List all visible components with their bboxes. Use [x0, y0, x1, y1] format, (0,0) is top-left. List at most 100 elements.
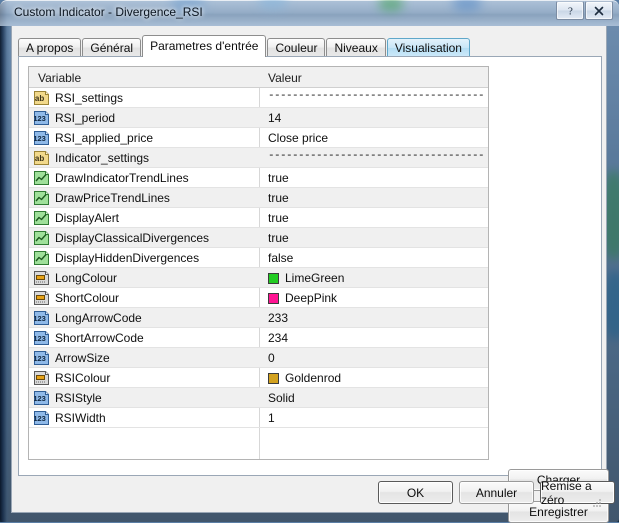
parameter-name: DrawPriceTrendLines: [55, 191, 170, 205]
table-row[interactable]: ab RSI_settings --------------------------…: [29, 88, 488, 108]
parameter-value[interactable]: true: [268, 211, 289, 225]
svg-text:123: 123: [34, 414, 46, 423]
color-type-icon: [34, 371, 49, 385]
parameter-name: RSI_period: [55, 111, 115, 125]
table-row[interactable]: 123RSIStyleSolid: [29, 388, 488, 408]
svg-text:123: 123: [34, 314, 46, 323]
parameter-value[interactable]: false: [268, 251, 293, 265]
resize-grip-icon[interactable]: [590, 497, 602, 509]
parameter-value[interactable]: 233: [268, 311, 288, 325]
table-row[interactable]: 123ArrowSize0: [29, 348, 488, 368]
help-button[interactable]: ?: [556, 1, 584, 20]
color-swatch: [268, 293, 279, 304]
cancel-button[interactable]: Annuler: [459, 481, 534, 504]
parameter-name: DisplayAlert: [55, 211, 119, 225]
titlebar[interactable]: Custom Indicator - Divergence_RSI ?: [0, 0, 619, 26]
dialog-client-area: A propos Général Parametres d'entrée Cou…: [11, 26, 607, 513]
table-row[interactable]: DrawPriceTrendLines true: [29, 188, 488, 208]
svg-text:123: 123: [34, 354, 46, 363]
table-row[interactable]: ab Indicator_settings --------------------…: [29, 148, 488, 168]
table-row[interactable]: DisplayClassicalDivergences true: [29, 228, 488, 248]
reset-button[interactable]: Remise a zéro: [540, 481, 615, 504]
table-row[interactable]: LongColour LimeGreen: [29, 268, 488, 288]
grid-header-row: Variable Valeur: [29, 67, 488, 88]
svg-text:123: 123: [34, 114, 46, 123]
parameter-name: RSIWidth: [55, 411, 106, 425]
table-row[interactable]: 123 RSI_applied_price Close price: [29, 128, 488, 148]
tab-panel: Variable Valeur ab RSI_settings ----------…: [18, 56, 602, 476]
table-row[interactable]: RSIColourGoldenrod: [29, 368, 488, 388]
parameter-name: RSI_settings: [55, 91, 123, 105]
string-type-icon: ab: [34, 151, 49, 165]
parameter-value[interactable]: 14: [268, 111, 281, 125]
table-row[interactable]: ShortColour DeepPink: [29, 288, 488, 308]
caption-button-group: ?: [555, 1, 613, 20]
parameter-value[interactable]: true: [268, 171, 289, 185]
window-title: Custom Indicator - Divergence_RSI: [14, 5, 203, 19]
tab-couleur[interactable]: Couleur: [267, 38, 325, 57]
tab-a-propos[interactable]: A propos: [18, 38, 81, 57]
parameter-value[interactable]: LimeGreen: [285, 271, 344, 285]
parameter-name: Indicator_settings: [55, 151, 149, 165]
table-row[interactable]: 123 ShortArrowCode 234: [29, 328, 488, 348]
dialog-window: Custom Indicator - Divergence_RSI ? A pr…: [0, 0, 619, 522]
parameter-name: ShortArrowCode: [55, 331, 144, 345]
tab-niveaux[interactable]: Niveaux: [326, 38, 385, 57]
close-button[interactable]: [585, 1, 613, 20]
ok-button[interactable]: OK: [378, 481, 453, 504]
parameter-value[interactable]: true: [268, 191, 289, 205]
table-row[interactable]: 123 RSI_period 14: [29, 108, 488, 128]
table-row[interactable]: DisplayHiddenDivergences false: [29, 248, 488, 268]
tabstrip: A propos Général Parametres d'entrée Cou…: [18, 35, 471, 57]
bool-type-icon: [34, 171, 49, 185]
parameter-value[interactable]: Close price: [268, 131, 328, 145]
svg-text:ab: ab: [35, 94, 44, 103]
parameter-value[interactable]: Solid: [268, 391, 295, 405]
tab-parametres-dentree[interactable]: Parametres d'entrée: [142, 35, 266, 57]
color-type-icon: [34, 271, 49, 285]
parameter-name: LongColour: [55, 271, 117, 285]
parameter-name: ShortColour: [55, 291, 119, 305]
parameter-value[interactable]: ----------------------------------------…: [268, 150, 484, 162]
color-swatch: [268, 273, 279, 284]
parameter-name: RSI_applied_price: [55, 131, 153, 145]
parameter-value[interactable]: Goldenrod: [285, 371, 341, 385]
svg-text:?: ?: [568, 5, 573, 17]
parameter-value[interactable]: true: [268, 231, 289, 245]
column-header-variable: Variable: [38, 71, 81, 85]
parameter-value[interactable]: DeepPink: [285, 291, 337, 305]
parameter-value[interactable]: 234: [268, 331, 288, 345]
parameter-name: LongArrowCode: [55, 311, 142, 325]
number-type-icon: 123: [34, 391, 49, 405]
svg-text:123: 123: [34, 394, 46, 403]
parameter-name: DrawIndicatorTrendLines: [55, 171, 189, 185]
table-row[interactable]: 123 RSIWidth 1: [29, 408, 488, 428]
bool-type-icon: [34, 251, 49, 265]
grid-rows: ab RSI_settings --------------------------…: [29, 88, 488, 460]
color-type-icon: [34, 291, 49, 305]
parameter-value[interactable]: 0: [268, 351, 275, 365]
column-header-valeur: Valeur: [268, 71, 302, 85]
color-swatch: [268, 373, 279, 384]
tab-general[interactable]: Général: [82, 38, 141, 57]
svg-text:123: 123: [34, 134, 46, 143]
number-type-icon: 123: [34, 311, 49, 325]
svg-text:ab: ab: [35, 154, 44, 163]
parameter-value[interactable]: ----------------------------------------…: [268, 90, 484, 102]
parameter-value[interactable]: 1: [268, 411, 275, 425]
table-row[interactable]: DrawIndicatorTrendLines true: [29, 168, 488, 188]
number-type-icon: 123: [34, 111, 49, 125]
tab-visualisation[interactable]: Visualisation: [387, 38, 470, 57]
bool-type-icon: [34, 191, 49, 205]
parameters-grid[interactable]: Variable Valeur ab RSI_settings ----------…: [28, 66, 489, 460]
number-type-icon: 123: [34, 131, 49, 145]
parameter-name: DisplayClassicalDivergences: [55, 231, 209, 245]
table-row[interactable]: DisplayAlert true: [29, 208, 488, 228]
bool-type-icon: [34, 211, 49, 225]
number-type-icon: 123: [34, 331, 49, 345]
number-type-icon: 123: [34, 411, 49, 425]
table-row[interactable]: 123 LongArrowCode 233: [29, 308, 488, 328]
parameter-name: DisplayHiddenDivergences: [55, 251, 199, 265]
close-x-icon: [593, 5, 605, 17]
bool-type-icon: [34, 231, 49, 245]
